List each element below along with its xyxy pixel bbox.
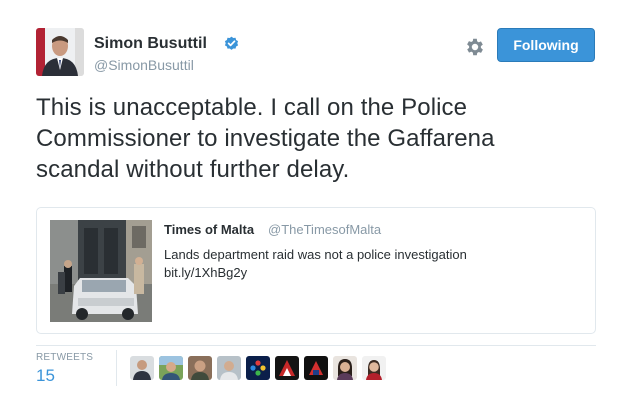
stats-separator bbox=[116, 350, 117, 386]
quoted-tweet-text: Lands department raid was not a police i… bbox=[164, 247, 467, 262]
retweeter-avatars bbox=[130, 356, 386, 380]
verified-icon bbox=[224, 36, 239, 50]
author-avatar[interactable] bbox=[36, 28, 84, 76]
retweeter-avatar[interactable] bbox=[188, 356, 212, 380]
quoted-author-name[interactable]: Times of Malta bbox=[164, 222, 254, 237]
quoted-author-handle[interactable]: @TheTimesofMalta bbox=[268, 222, 381, 237]
retweeter-avatar[interactable] bbox=[217, 356, 241, 380]
quoted-tweet-card[interactable]: Times of Malta @TheTimesofMalta Lands de… bbox=[36, 207, 596, 334]
quoted-tweet-photo bbox=[50, 220, 152, 322]
retweeter-avatar[interactable] bbox=[362, 356, 386, 380]
retweeter-avatar[interactable] bbox=[159, 356, 183, 380]
author-handle[interactable]: @SimonBusuttil bbox=[94, 57, 194, 73]
retweeter-avatar[interactable] bbox=[130, 356, 154, 380]
retweets-count[interactable]: 15 bbox=[36, 366, 55, 386]
quoted-tweet-link[interactable]: bit.ly/1XhBg2y bbox=[164, 265, 247, 280]
tweet-text: This is unacceptable. I call on the Poli… bbox=[36, 94, 495, 183]
gear-icon[interactable] bbox=[464, 36, 486, 58]
retweeter-avatar[interactable] bbox=[246, 356, 270, 380]
stats-divider bbox=[36, 345, 596, 346]
retweets-label: RETWEETS bbox=[36, 352, 94, 363]
retweeter-avatar[interactable] bbox=[275, 356, 299, 380]
author-name[interactable]: Simon Busuttil bbox=[94, 35, 207, 53]
following-button[interactable]: Following bbox=[497, 28, 595, 62]
retweeter-avatar[interactable] bbox=[333, 356, 357, 380]
retweeter-avatar[interactable] bbox=[304, 356, 328, 380]
